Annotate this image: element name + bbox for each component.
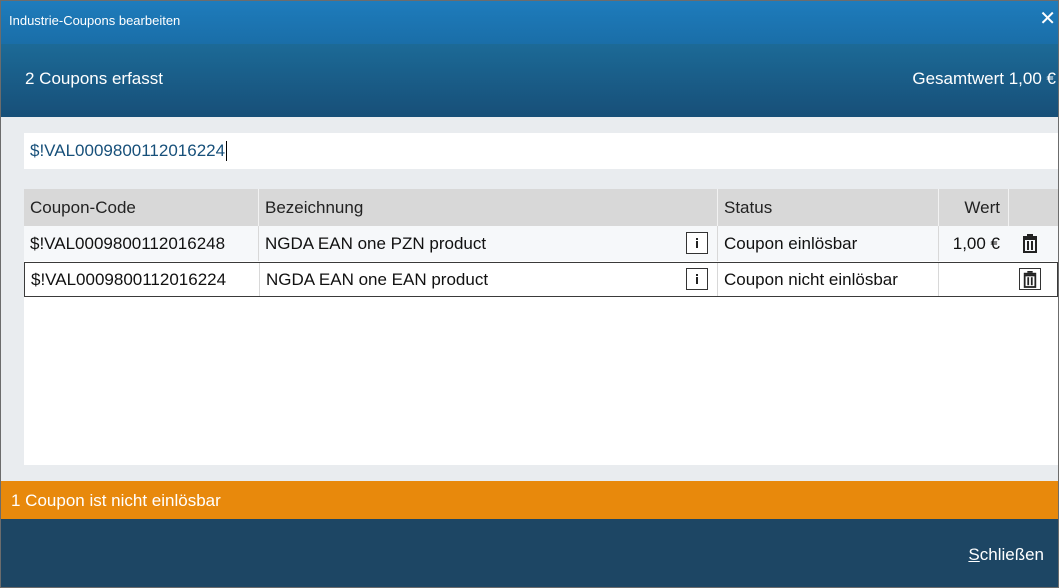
info-icon[interactable]	[686, 232, 708, 254]
coupon-table: Coupon-Code Bezeichnung Status Wert $!VA…	[24, 189, 1058, 465]
status-cell: Coupon einlösbar	[717, 226, 938, 261]
info-icon[interactable]	[686, 268, 708, 290]
coupon-dialog: Industrie-Coupons bearbeiten ✕ 2 Coupons…	[0, 0, 1059, 588]
coupon-count: 2 Coupons erfasst	[25, 69, 163, 88]
close-button-mnemonic: S	[968, 545, 980, 564]
description-cell: NGDA EAN one EAN product	[259, 263, 684, 296]
column-header-value[interactable]: Wert	[938, 189, 1008, 226]
close-icon[interactable]: ✕	[1039, 9, 1056, 29]
summary-header: 2 Coupons erfasst Gesamtwert 1,00 €	[1, 44, 1058, 117]
column-header-status[interactable]: Status	[717, 189, 938, 226]
coupon-code-cell: $!VAL0009800112016224	[31, 270, 227, 289]
total-value: Gesamtwert 1,00 €	[912, 69, 1056, 88]
column-header-name[interactable]: Bezeichnung	[258, 189, 717, 226]
trash-icon[interactable]	[1019, 268, 1041, 290]
coupon-code-input-value: $!VAL0009800112016224	[30, 141, 226, 160]
value-cell	[938, 263, 1008, 296]
table-row-selected[interactable]: $!VAL0009800112016224 NGDA EAN one EAN p…	[24, 262, 1058, 297]
status-cell: Coupon nicht einlösbar	[717, 263, 938, 296]
table-row[interactable]: $!VAL0009800112016248 NGDA EAN one PZN p…	[24, 226, 1058, 261]
value-cell: 1,00 €	[938, 226, 1008, 261]
coupon-code-input[interactable]: $!VAL0009800112016224	[24, 133, 1058, 169]
coupon-code-cell: $!VAL0009800112016248	[30, 234, 226, 253]
column-header-code[interactable]: Coupon-Code	[24, 189, 258, 226]
title-bar: Industrie-Coupons bearbeiten ✕	[1, 1, 1058, 44]
close-button[interactable]: Schließen	[968, 545, 1044, 565]
window-title: Industrie-Coupons bearbeiten	[9, 13, 181, 28]
trash-icon[interactable]	[1019, 232, 1041, 254]
description-cell: NGDA EAN one PZN product	[258, 226, 683, 261]
warning-message: 1 Coupon ist nicht einlösbar	[11, 491, 221, 510]
column-header-actions	[1008, 189, 1058, 226]
close-button-label: chließen	[979, 545, 1044, 564]
warning-bar: 1 Coupon ist nicht einlösbar	[1, 481, 1058, 519]
table-header: Coupon-Code Bezeichnung Status Wert	[24, 189, 1058, 226]
footer-bar: Schließen	[1, 519, 1058, 587]
text-caret	[226, 141, 228, 161]
content-area: $!VAL0009800112016224 Coupon-Code Bezeic…	[1, 117, 1058, 481]
